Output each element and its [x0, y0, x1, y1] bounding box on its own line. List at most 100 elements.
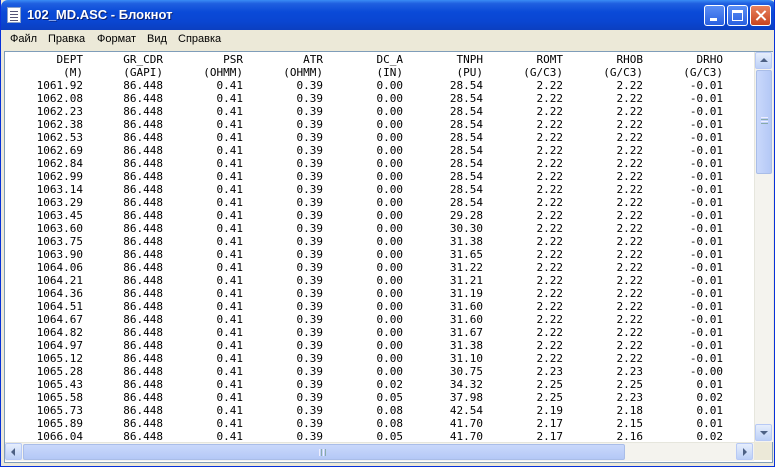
table-cell: 2.22: [536, 157, 564, 170]
table-cell: 28.54: [449, 118, 483, 131]
notepad-icon[interactable]: [7, 7, 21, 23]
table-cell: 2.22: [616, 79, 644, 92]
horizontal-scroll-thumb[interactable]: [23, 444, 625, 460]
window-title: 102_MD.ASC - Блокнот: [27, 7, 173, 22]
unit-cell: (OHMM): [203, 66, 243, 79]
table-row: 1062.08 86.448 0.41 0.39 0.00 28.54 2.22 2.22 -0…: [13, 92, 723, 105]
table-cell: 2.22: [616, 313, 644, 326]
table-cell: 1063.90: [36, 248, 83, 261]
table-cell: 0.39: [296, 222, 324, 235]
table-cell: 28.54: [449, 79, 483, 92]
table-cell: 86.448: [123, 352, 163, 365]
scroll-left-button[interactable]: [5, 443, 22, 460]
table-cell: 86.448: [123, 105, 163, 118]
table-cell: 1064.82: [36, 326, 83, 339]
table-cell: 1065.73: [36, 404, 83, 417]
menu-help[interactable]: Справка: [178, 33, 221, 45]
table-cell: 0.41: [216, 391, 244, 404]
scroll-down-button[interactable]: [755, 424, 772, 441]
table-cell: -0.01: [689, 157, 723, 170]
table-row: 1063.14 86.448 0.41 0.39 0.00 28.54 2.22 2.22 -0…: [13, 183, 723, 196]
scroll-right-button[interactable]: [736, 443, 753, 460]
table-cell: 0.39: [296, 79, 324, 92]
table-cell: 1063.60: [36, 222, 83, 235]
table-cell: 0.39: [296, 105, 324, 118]
table-cell: 0.00: [376, 287, 404, 300]
table-cell: 0.41: [216, 92, 244, 105]
table-cell: -0.01: [689, 248, 723, 261]
scroll-up-button[interactable]: [755, 52, 772, 69]
vertical-scrollbar[interactable]: [754, 52, 773, 442]
table-cell: 2.19: [536, 404, 564, 417]
table-cell: 1065.89: [36, 417, 83, 430]
table-cell: 86.448: [123, 209, 163, 222]
table-cell: 2.22: [536, 248, 564, 261]
table-cell: 0.41: [216, 326, 244, 339]
table-cell: 0.39: [296, 248, 324, 261]
table-cell: 0.39: [296, 417, 324, 430]
table-cell: 1064.36: [36, 287, 83, 300]
table-cell: 28.54: [449, 131, 483, 144]
table-cell: 2.22: [536, 196, 564, 209]
table-cell: 86.448: [123, 183, 163, 196]
table-cell: 0.39: [296, 287, 324, 300]
text-content[interactable]: DEPT GR_CDR PSR ATR DC_A TNPH ROMT RHOB …: [5, 52, 754, 442]
table-cell: 0.39: [296, 339, 324, 352]
horizontal-scrollbar[interactable]: [5, 442, 754, 461]
table-cell: 86.448: [123, 79, 163, 92]
notepad-window: 102_MD.ASC - Блокнот Файл Правка Формат …: [0, 0, 775, 467]
menu-file[interactable]: Файл: [10, 33, 37, 45]
table-cell: 0.41: [216, 417, 244, 430]
table-cell: 86.448: [123, 131, 163, 144]
table-cell: 2.22: [616, 274, 644, 287]
minimize-button[interactable]: [704, 5, 725, 26]
title-bar[interactable]: 102_MD.ASC - Блокнот: [1, 0, 774, 30]
table-cell: -0.01: [689, 261, 723, 274]
close-button[interactable]: [750, 5, 771, 26]
table-row: 1061.92 86.448 0.41 0.39 0.00 28.54 2.22 2.22 -0…: [13, 79, 723, 92]
table-cell: 0.41: [216, 339, 244, 352]
table-cell: 0.39: [296, 196, 324, 209]
table-cell: 86.448: [123, 391, 163, 404]
table-cell: 0.39: [296, 183, 324, 196]
table-cell: 86.448: [123, 157, 163, 170]
table-cell: 86.448: [123, 118, 163, 131]
table-cell: -0.00: [689, 365, 723, 378]
table-cell: 2.22: [536, 313, 564, 326]
menu-view[interactable]: Вид: [147, 33, 167, 45]
unit-cell: (OHMM): [283, 66, 323, 79]
text-editor[interactable]: DEPT GR_CDR PSR ATR DC_A TNPH ROMT RHOB …: [4, 51, 773, 463]
table-cell: -0.01: [689, 196, 723, 209]
header-cell: ATR: [303, 53, 323, 66]
table-row: 1064.06 86.448 0.41 0.39 0.00 31.22 2.22 2.22 -0…: [13, 261, 723, 274]
table-cell: 0.39: [296, 378, 324, 391]
menu-format[interactable]: Формат: [97, 33, 136, 45]
grip-icon: [319, 449, 320, 456]
table-cell: -0.01: [689, 313, 723, 326]
table-cell: 30.30: [449, 222, 483, 235]
table-cell: 0.00: [376, 261, 404, 274]
table-row: 1063.60 86.448 0.41 0.39 0.00 30.30 2.22 2.22 -0…: [13, 222, 723, 235]
maximize-button[interactable]: [727, 5, 748, 26]
table-cell: 31.22: [449, 261, 483, 274]
table-cell: 86.448: [123, 222, 163, 235]
table-cell: -0.01: [689, 352, 723, 365]
table-cell: 2.22: [536, 339, 564, 352]
table-cell: 0.02: [376, 378, 404, 391]
table-cell: 86.448: [123, 365, 163, 378]
table-cell: 1062.99: [36, 170, 83, 183]
table-cell: 28.54: [449, 157, 483, 170]
table-cell: -0.01: [689, 79, 723, 92]
table-cell: 86.448: [123, 339, 163, 352]
table-cell: 1064.51: [36, 300, 83, 313]
table-cell: 2.22: [616, 209, 644, 222]
table-cell: 2.18: [616, 404, 644, 417]
table-cell: 2.22: [616, 300, 644, 313]
scrollbar-corner: [754, 442, 772, 460]
table-cell: 1063.45: [36, 209, 83, 222]
table-cell: 2.22: [536, 352, 564, 365]
vertical-scroll-thumb[interactable]: [756, 70, 772, 174]
menu-edit[interactable]: Правка: [48, 33, 85, 45]
table-cell: 2.22: [616, 131, 644, 144]
table-cell: 0.41: [216, 352, 244, 365]
